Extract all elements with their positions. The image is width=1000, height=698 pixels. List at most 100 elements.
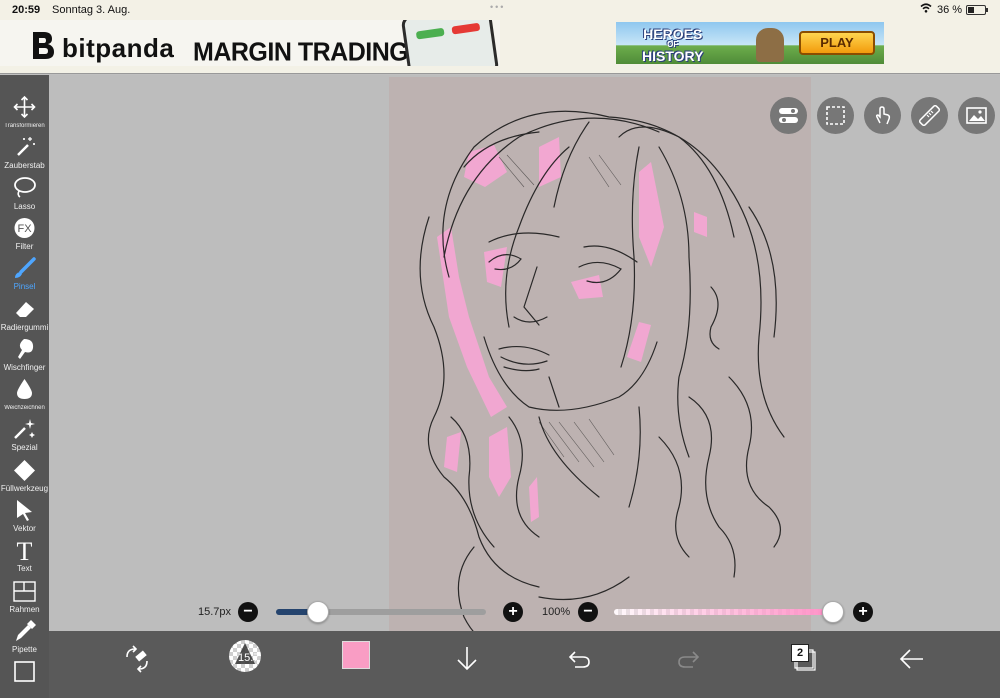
fill-bucket-icon [12,458,37,482]
ad-banner-strip: bitpanda MARGIN TRADING HEROES OF HISTOR… [0,20,1000,74]
tool-label: Pipette [12,644,37,654]
touch-button[interactable] [864,97,901,134]
smudge-icon [12,337,37,361]
tool-frame[interactable]: Rahmen [0,577,49,617]
canvas-area[interactable] [49,75,1000,667]
battery-icon [966,5,988,15]
status-time: 20:59 [12,4,41,16]
multitask-dots[interactable]: ••• [490,2,505,12]
toggle-icon [779,108,798,123]
tool-brush[interactable]: Pinsel [0,254,49,294]
wifi-icon [920,3,932,16]
opacity-slider[interactable] [614,609,836,615]
tool-more[interactable] [0,657,49,697]
vector-arrow-icon [12,498,37,522]
brush-size-value: 15.7px [198,606,232,618]
tool-label: Filter [15,241,34,251]
ad-brand: bitpanda [62,33,175,63]
image-button[interactable] [958,97,995,134]
tool-sparkle[interactable]: Spezial [0,415,49,455]
lasso-icon [12,176,37,200]
ad-game-title: HEROES OF HISTORY [642,26,704,64]
brush-preview-size: 15.7 [238,652,260,664]
tool-label: Vektor [13,524,36,533]
arrow-down-icon [457,647,477,671]
tool-label: Pinsel [13,282,36,292]
eyedropper-icon [12,619,37,643]
undo-button[interactable] [561,641,597,677]
tool-label: Weichzeichnen [4,405,45,412]
brush-preview-button[interactable]: 15.7 [229,640,261,672]
tool-fill-bucket[interactable]: Füllwerkzeug [0,456,49,496]
blur-drop-icon [12,377,37,401]
selection-button[interactable] [817,97,854,134]
eraser-icon [12,297,37,321]
fx-icon: FX [12,216,37,240]
tool-vector-arrow[interactable]: Vektor [0,496,49,536]
tool-move[interactable]: Transformieren [0,93,49,133]
tool-text[interactable]: T Text [0,536,49,576]
left-toolbar: Transformieren Zauberstab Lasso FX Filter Pin… [0,75,49,698]
color-swatch[interactable] [342,641,370,669]
status-bar: 20:59 Sonntag 3. Aug. ••• 36 % [0,0,1000,20]
ad-heroes-of-history[interactable]: HEROES OF HISTORY PLAY [616,22,884,64]
tool-eraser[interactable]: Radiergummi [0,295,49,335]
ruler-icon [919,105,940,126]
opacity-thumb[interactable] [822,601,844,623]
layer-count: 2 [791,644,809,662]
download-button[interactable] [449,641,485,677]
ruler-button[interactable] [911,97,948,134]
tool-label: Wischfinger [3,362,46,372]
selection-icon [826,106,845,125]
sparkle-icon [12,417,37,441]
touch-icon [875,106,891,125]
phone-image [400,20,500,66]
tool-smudge[interactable]: Wischfinger [0,335,49,375]
transform-swap-button[interactable] [119,641,155,677]
layers-button[interactable]: 2 [789,641,825,677]
swap-eraser-icon [126,645,148,673]
image-icon [966,107,987,124]
text-icon: T [12,537,37,566]
back-button[interactable] [894,641,930,677]
tool-eyedropper[interactable]: Pipette [0,617,49,657]
redo-button[interactable] [671,641,707,677]
sketch-artwork [419,110,785,653]
tool-label: Rahmen [9,604,40,614]
brush-icon [12,256,37,280]
battery-percent: 36 % [937,4,963,16]
ad-play-button[interactable]: PLAY [799,31,875,55]
move-icon [12,95,37,119]
opacity-increase-button[interactable]: + [853,602,873,622]
opacity-decrease-button[interactable]: − [578,602,598,622]
tool-label: Zauberstab [4,161,45,171]
tool-label: Transformieren [4,123,45,129]
size-increase-button[interactable]: + [503,602,523,622]
tool-label: Füllwerkzeug [0,483,49,493]
ad-bitpanda[interactable]: bitpanda MARGIN TRADING [0,20,500,66]
svg-text:T: T [17,538,33,562]
magic-wand-icon [12,135,37,159]
ad-hero-figure [756,28,784,62]
redo-icon [678,651,700,668]
tool-lasso[interactable]: Lasso [0,174,49,214]
tool-magic-wand[interactable]: Zauberstab [0,133,49,173]
toggle-button[interactable] [770,97,807,134]
tool-fx[interactable]: FX Filter [0,214,49,254]
size-decrease-button[interactable]: − [238,602,258,622]
bitpanda-logo-icon [33,32,54,59]
brush-size-thumb[interactable] [307,601,329,623]
arrow-left-icon [899,649,923,669]
tool-blur-drop[interactable]: Weichzeichnen [0,375,49,415]
tool-label: Lasso [13,201,36,211]
opacity-value: 100% [542,606,571,618]
undo-icon [568,651,590,668]
tool-label: Text [17,564,32,574]
tool-label: Spezial [11,443,38,453]
drawing-canvas[interactable] [389,77,811,667]
tool-label: Radiergummi [0,322,49,332]
frame-icon [12,579,37,603]
ad-slogan: MARGIN TRADING [193,37,409,66]
bottom-bar: 15.7 2 [49,631,1000,698]
status-date: Sonntag 3. Aug. [52,4,131,16]
